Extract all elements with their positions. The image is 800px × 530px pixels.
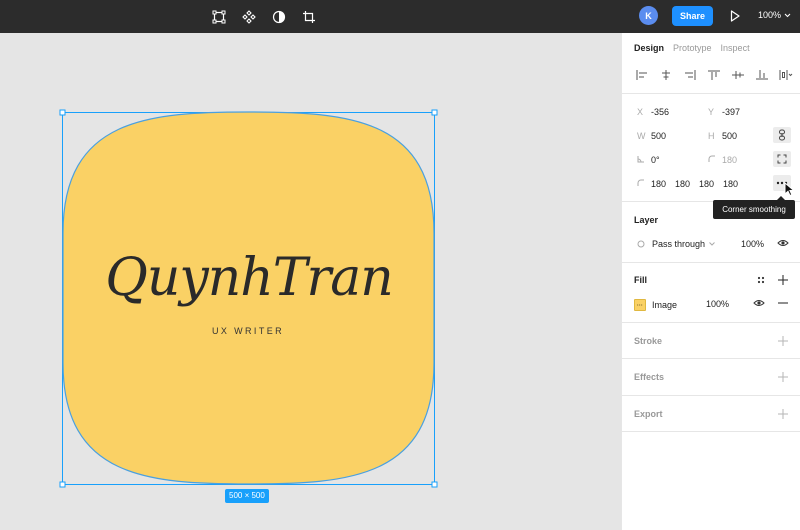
divider	[622, 395, 800, 396]
canvas[interactable]: QuynhTran UX WRITER 500 × 500	[0, 33, 621, 530]
blend-mode-dropdown[interactable]: Pass through	[637, 239, 715, 249]
tab-inspect[interactable]: Inspect	[721, 43, 750, 53]
present-play-icon[interactable]	[728, 8, 742, 24]
crop-icon[interactable]	[298, 6, 320, 28]
align-right-icon[interactable]	[680, 67, 699, 83]
corner-radius-field[interactable]: 180	[708, 155, 737, 165]
width-value: 500	[651, 131, 667, 141]
individual-corners-row: 180 180 180 180	[637, 179, 747, 189]
align-horizontal-center-icon[interactable]	[656, 67, 675, 83]
align-top-icon[interactable]	[704, 67, 723, 83]
layer-section-title: Layer	[634, 215, 659, 225]
constrain-proportions-icon[interactable]	[773, 127, 791, 143]
panel-tabs: Design Prototype Inspect	[634, 43, 750, 53]
eye-icon[interactable]	[750, 295, 768, 311]
chevron-down-icon	[784, 13, 791, 17]
mask-icon[interactable]	[268, 6, 290, 28]
divider	[622, 431, 800, 432]
align-vertical-center-icon[interactable]	[728, 67, 747, 83]
width-field[interactable]: W 500	[637, 131, 666, 141]
stroke-section-title: Stroke	[634, 336, 663, 346]
export-section-title: Export	[634, 409, 663, 419]
style-grid-icon[interactable]	[752, 272, 770, 288]
corner-bottom-left-value[interactable]: 180	[723, 179, 747, 189]
share-button[interactable]: Share	[672, 6, 713, 26]
distribute-spacing-icon[interactable]	[776, 67, 795, 83]
mouse-cursor-icon	[784, 182, 795, 197]
divider	[622, 322, 800, 323]
layer-opacity-field[interactable]: 100%	[741, 239, 764, 249]
resize-handle-bottom-right	[431, 481, 438, 488]
corner-bottom-right-value[interactable]: 180	[699, 179, 723, 189]
corner-radius-icon	[708, 155, 722, 165]
image-swatch-icon[interactable]	[634, 299, 646, 311]
y-value: -397	[722, 107, 741, 117]
chevron-down-icon	[709, 242, 715, 246]
rotation-field[interactable]: 0°	[637, 155, 660, 165]
tab-design[interactable]: Design	[634, 43, 664, 53]
x-value: -356	[651, 107, 670, 117]
add-stroke-icon[interactable]	[774, 333, 792, 349]
tab-prototype[interactable]: Prototype	[673, 43, 712, 53]
logo-subtitle: UX WRITER	[211, 326, 285, 336]
blend-mode-value: Pass through	[652, 239, 706, 249]
top-toolbar: K Share 100%	[0, 0, 800, 33]
frame-tool-icon[interactable]	[208, 6, 230, 28]
add-export-icon[interactable]	[774, 406, 792, 422]
x-position-field[interactable]: X -356	[637, 107, 669, 117]
component-icon[interactable]	[238, 6, 260, 28]
resize-handle-top-left	[59, 109, 66, 116]
alignment-toolbar	[632, 67, 795, 83]
fill-image-row[interactable]: Image	[634, 299, 677, 311]
remove-fill-icon[interactable]	[774, 295, 792, 311]
add-effect-icon[interactable]	[774, 369, 792, 385]
divider	[622, 262, 800, 263]
zoom-value: 100%	[758, 10, 782, 20]
corner-top-left-value[interactable]: 180	[651, 179, 675, 189]
corner-top-right-value[interactable]: 180	[675, 179, 699, 189]
fill-type-value: Image	[652, 300, 678, 310]
fill-section-title: Fill	[634, 275, 647, 285]
zoom-dropdown[interactable]: 100%	[758, 10, 791, 20]
corner-radius-icon	[637, 179, 651, 189]
rotation-icon	[637, 155, 651, 165]
effects-section-title: Effects	[634, 372, 665, 382]
size-badge: 500 × 500	[225, 489, 269, 503]
corner-smoothing-tooltip: Corner smoothing	[713, 196, 795, 219]
properties-panel: Design Prototype Inspect X -356 Y -397 W…	[621, 33, 800, 530]
divider	[622, 358, 800, 359]
fill-opacity-field[interactable]: 100%	[706, 299, 729, 309]
corner-radius-value: 180	[722, 155, 738, 165]
user-avatar[interactable]: K	[639, 6, 658, 25]
align-bottom-icon[interactable]	[752, 67, 771, 83]
divider	[622, 93, 800, 94]
height-field[interactable]: H 500	[708, 131, 737, 141]
resize-handle-top-right	[431, 109, 438, 116]
eye-icon[interactable]	[774, 235, 792, 251]
align-left-icon[interactable]	[632, 67, 651, 83]
logo-script-text: QuynhTran	[105, 248, 394, 308]
resize-handle-bottom-left	[59, 481, 66, 488]
y-position-field[interactable]: Y -397	[708, 107, 740, 117]
blend-mode-icon	[637, 240, 645, 248]
independent-corners-icon[interactable]	[773, 151, 791, 167]
add-fill-icon[interactable]	[774, 272, 792, 288]
height-value: 500	[722, 131, 738, 141]
rotation-value: 0°	[651, 155, 660, 165]
